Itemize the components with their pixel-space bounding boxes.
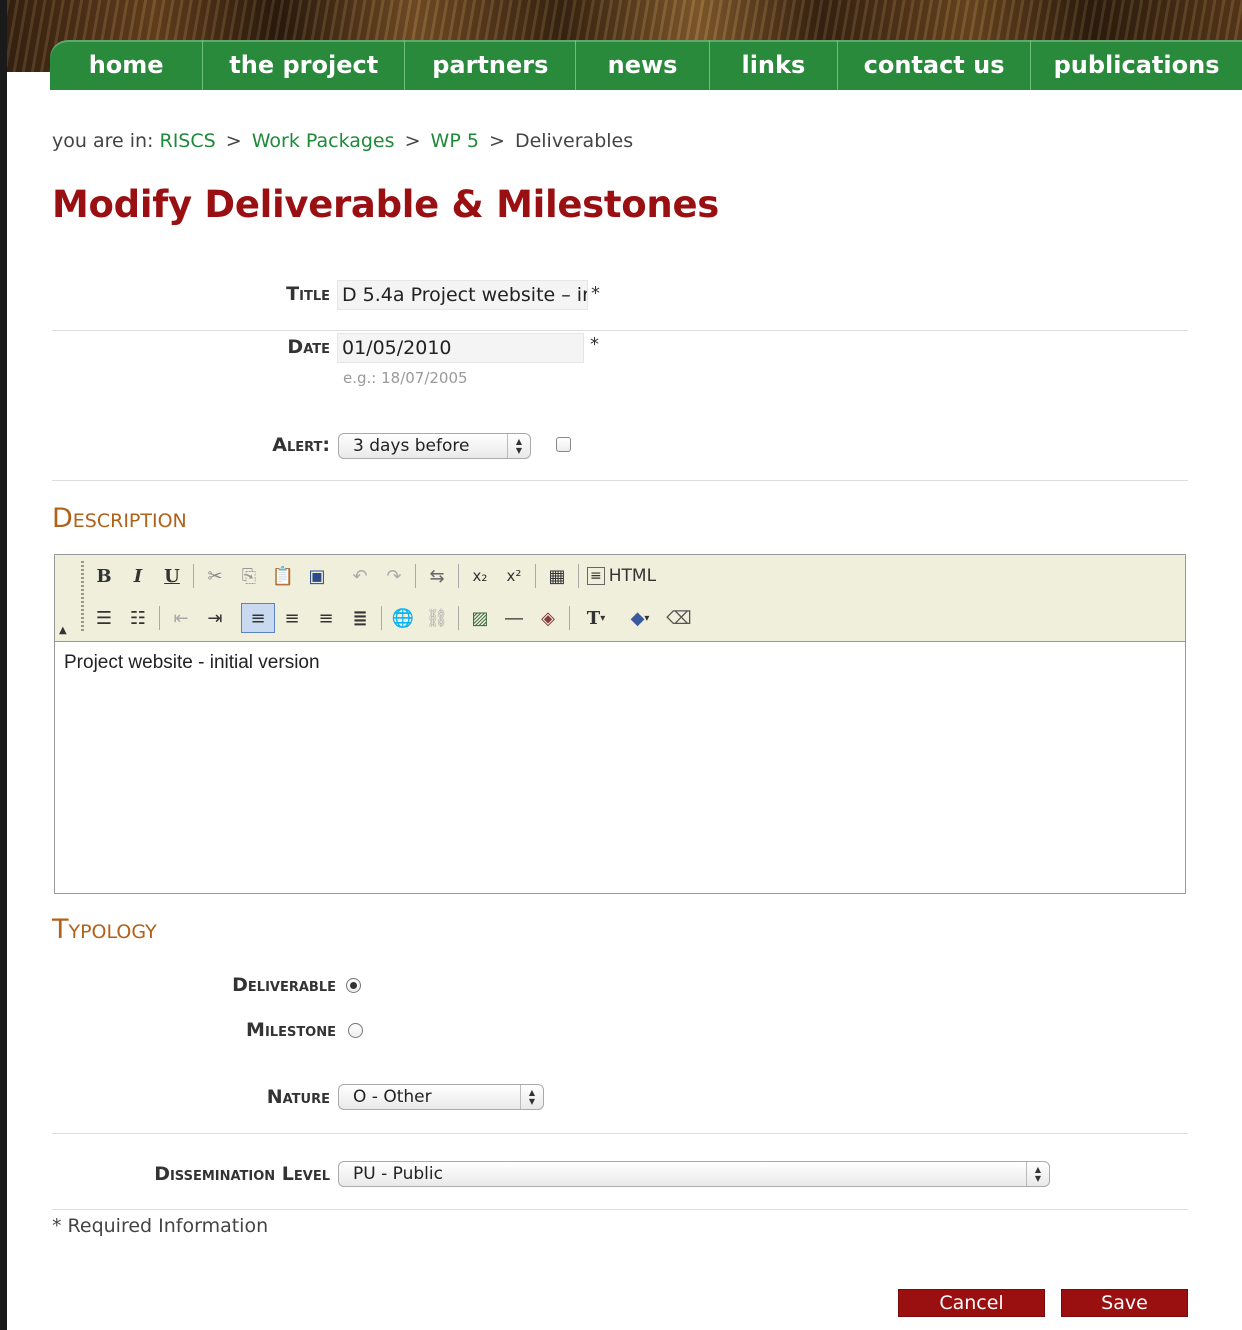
breadcrumb-current: Deliverables <box>514 130 634 152</box>
select-arrows-icon: ▲ ▼ <box>507 434 530 458</box>
rich-text-editor: ▲ B I U ✂ ⎘ 📋 ▣ ↶ ↷ ⇆ x₂ x² ▦ ≡ HTML ☰ ☷… <box>54 554 1186 894</box>
breadcrumb-link-work-packages[interactable]: Work Packages <box>252 130 395 152</box>
nav-links[interactable]: links <box>710 40 839 90</box>
divider <box>52 1209 1188 1210</box>
breadcrumb-prefix: you are in: <box>52 130 154 152</box>
alert-checkbox[interactable] <box>556 437 571 452</box>
breadcrumb: you are in: RISCS > Work Packages > WP 5… <box>52 130 633 152</box>
paste-word-icon[interactable]: ▣ <box>300 561 334 591</box>
divider <box>52 330 1188 331</box>
underline-icon[interactable]: U <box>155 561 189 591</box>
main-nav: home the project partners news links con… <box>50 40 1242 90</box>
redo-icon[interactable]: ↷ <box>377 561 411 591</box>
cut-icon[interactable]: ✂ <box>198 561 232 591</box>
ordered-list-icon[interactable]: ☰ <box>87 603 121 633</box>
toolbar-grip <box>81 561 84 631</box>
table-icon[interactable]: ▦ <box>540 561 574 591</box>
align-left-icon[interactable]: ≡ <box>241 603 275 633</box>
unlink-icon[interactable]: ⛓ <box>420 603 454 633</box>
dissemination-label: Dissemination Level <box>154 1163 330 1185</box>
align-right-icon[interactable]: ≡ <box>309 603 343 633</box>
special-char-icon[interactable]: ◈ <box>531 603 565 633</box>
image-icon[interactable]: ▨ <box>463 603 497 633</box>
milestone-radio[interactable] <box>348 1023 363 1038</box>
outdent-icon[interactable]: ⇤ <box>164 603 198 633</box>
page-title: Modify Deliverable & Milestones <box>52 183 719 226</box>
toolbar-row-2: ☰ ☷ ⇤ ⇥ ≡ ≡ ≡ ≣ 🌐 ⛓ ▨ ― ◈ T ▾ ◆ ▾ ⌫ <box>87 601 696 635</box>
cancel-button[interactable]: Cancel <box>898 1289 1045 1317</box>
nav-the-project[interactable]: the project <box>203 40 406 90</box>
horizontal-rule-icon[interactable]: ― <box>497 603 531 633</box>
html-source-icon: ≡ <box>587 567 605 585</box>
alert-label: Alert: <box>272 434 330 456</box>
nav-publications[interactable]: publications <box>1031 40 1242 90</box>
divider <box>52 1133 1188 1134</box>
editor-toolbar: ▲ B I U ✂ ⎘ 📋 ▣ ↶ ↷ ⇆ x₂ x² ▦ ≡ HTML ☰ ☷… <box>55 555 1185 642</box>
deliverable-label: Deliverable <box>232 974 336 996</box>
html-source-button[interactable]: ≡ HTML <box>583 561 660 591</box>
breadcrumb-separator: > <box>404 130 421 152</box>
bold-icon[interactable]: B <box>87 561 121 591</box>
html-source-label: HTML <box>608 566 657 586</box>
background-color-icon[interactable]: ◆ ▾ <box>618 603 662 633</box>
find-replace-icon[interactable]: ⇆ <box>420 561 454 591</box>
nav-contact-us[interactable]: contact us <box>838 40 1032 90</box>
nav-partners[interactable]: partners <box>405 40 577 90</box>
save-button[interactable]: Save <box>1061 1289 1188 1317</box>
italic-icon[interactable]: I <box>121 561 155 591</box>
paste-icon[interactable]: 📋 <box>266 561 300 591</box>
nature-select-value: O - Other <box>353 1087 432 1107</box>
editor-content[interactable]: Project website - initial version <box>55 642 1185 893</box>
dissemination-select[interactable]: PU - Public ▲ ▼ <box>338 1161 1050 1187</box>
nature-label: Nature <box>266 1086 330 1108</box>
breadcrumb-separator: > <box>488 130 505 152</box>
remove-format-icon[interactable]: ⌫ <box>662 603 696 633</box>
copy-icon[interactable]: ⎘ <box>232 561 266 591</box>
nav-home[interactable]: home <box>50 40 204 90</box>
breadcrumb-link-wp5[interactable]: WP 5 <box>431 130 479 152</box>
title-label: Title <box>286 283 330 305</box>
title-required-mark: * <box>591 283 600 304</box>
title-input[interactable]: D 5.4a Project website – in <box>337 280 588 310</box>
page-frame-edge <box>0 0 7 1330</box>
breadcrumb-link-riscs[interactable]: RISCS <box>160 130 216 152</box>
typology-heading: Typology <box>52 914 157 945</box>
subscript-icon[interactable]: x₂ <box>463 561 497 591</box>
justify-icon[interactable]: ≣ <box>343 603 377 633</box>
undo-icon[interactable]: ↶ <box>343 561 377 591</box>
unordered-list-icon[interactable]: ☷ <box>121 603 155 633</box>
alert-select-value: 3 days before <box>353 436 470 456</box>
select-arrows-icon: ▲ ▼ <box>1026 1162 1049 1186</box>
date-label: Date <box>287 336 330 358</box>
text-color-icon[interactable]: T ▾ <box>574 603 618 633</box>
breadcrumb-separator: > <box>225 130 242 152</box>
link-icon[interactable]: 🌐 <box>386 603 420 633</box>
select-arrows-icon: ▲ ▼ <box>520 1085 543 1109</box>
date-input[interactable]: 01/05/2010 <box>337 333 584 363</box>
indent-icon[interactable]: ⇥ <box>198 603 232 633</box>
dissemination-select-value: PU - Public <box>353 1164 443 1184</box>
align-center-icon[interactable]: ≡ <box>275 603 309 633</box>
nav-news[interactable]: news <box>576 40 710 90</box>
toolbar-row-1: B I U ✂ ⎘ 📋 ▣ ↶ ↷ ⇆ x₂ x² ▦ ≡ HTML <box>87 559 660 593</box>
divider <box>52 480 1188 481</box>
date-required-mark: * <box>590 334 599 355</box>
date-hint: e.g.: 18/07/2005 <box>343 369 468 387</box>
nature-select[interactable]: O - Other ▲ ▼ <box>338 1084 544 1110</box>
superscript-icon[interactable]: x² <box>497 561 531 591</box>
milestone-label: Milestone <box>246 1019 336 1041</box>
required-info-note: * Required Information <box>52 1215 269 1237</box>
deliverable-radio[interactable] <box>346 978 361 993</box>
alert-select[interactable]: 3 days before ▲ ▼ <box>338 433 531 459</box>
collapse-toolbar-icon[interactable]: ▲ <box>59 625 67 636</box>
description-heading: Description <box>52 503 187 534</box>
